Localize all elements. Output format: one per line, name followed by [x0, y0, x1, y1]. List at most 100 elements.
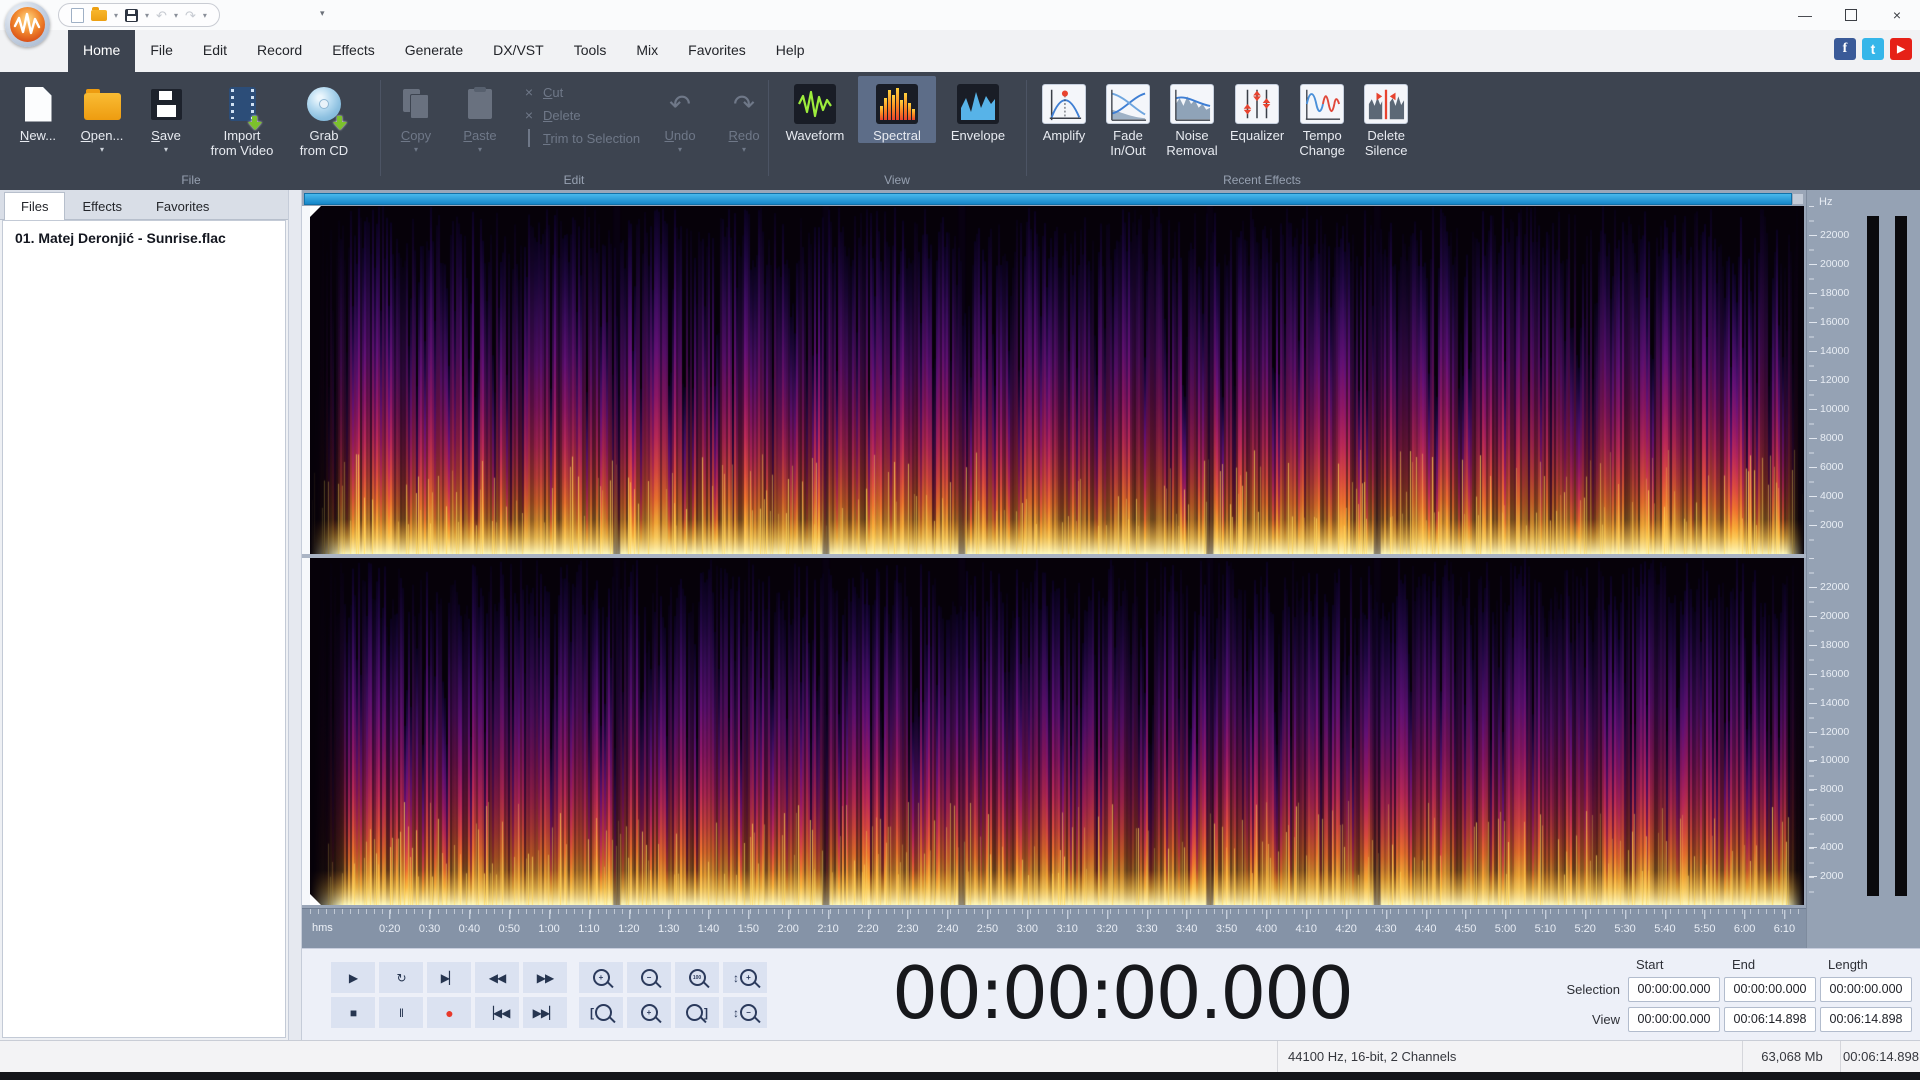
fast-forward-button[interactable]: ▶▶ — [522, 961, 568, 994]
spectral-viewer[interactable]: hms 0:20 0:30 0:40 0:50 1:00 1:10 1:20 1:30 1:40… — [302, 190, 1806, 948]
equalizer-button[interactable]: Equalizer — [1224, 76, 1290, 143]
menu-tab-help[interactable]: Help — [761, 30, 820, 72]
cut-button[interactable]: × Cut — [522, 84, 640, 100]
menu-tab-effects[interactable]: Effects — [317, 30, 390, 72]
redo-button[interactable]: ↷ Redo ▾ — [712, 76, 776, 154]
customize-toolbar-icon[interactable]: ▾ — [320, 8, 325, 19]
play-button[interactable]: ▶ — [330, 961, 376, 994]
loop-button[interactable]: ↻ — [378, 961, 424, 994]
magnifier-icon — [595, 1004, 612, 1021]
delete-silence-button[interactable]: Delete Silence — [1354, 76, 1418, 158]
ribbon-group-file: New... Open... ▾ Save ▾ Import from Vide… — [6, 72, 376, 190]
zoom-vertical-in-button[interactable]: ↕ + — [722, 961, 768, 994]
chevron-down-icon[interactable]: ▾ — [174, 11, 178, 20]
menu-tab-home[interactable]: Home — [68, 30, 136, 72]
magnifier-icon: + — [740, 969, 757, 986]
panel-tab-effects[interactable]: Effects — [65, 192, 139, 220]
quick-new-icon[interactable] — [71, 7, 84, 23]
view-start-field[interactable]: 00:00:00.000 — [1628, 1007, 1720, 1032]
close-button[interactable]: × — [1874, 0, 1920, 30]
frequency-tick-label: 8000 — [1808, 432, 1844, 444]
copy-button[interactable]: Copy ▾ — [384, 76, 448, 154]
facebook-icon[interactable]: f — [1834, 38, 1856, 60]
selection-header-end: End — [1732, 957, 1756, 972]
selection-start-field[interactable]: 00:00:00.000 — [1628, 977, 1720, 1002]
zoom-100-button[interactable]: 100 — [674, 961, 720, 994]
app-logo[interactable] — [5, 2, 50, 47]
panel-tab-files[interactable]: Files — [4, 192, 66, 220]
pause-button[interactable]: ‖ — [378, 996, 424, 1029]
overview-scrollbar-cap[interactable] — [1792, 193, 1804, 205]
go-to-end-button[interactable]: ▶▶▏ — [522, 996, 568, 1029]
delete-button[interactable]: × Delete — [522, 107, 640, 123]
loop-icon: ↻ — [396, 970, 406, 985]
paste-button[interactable]: Paste ▾ — [448, 76, 512, 154]
panel-splitter[interactable] — [288, 190, 302, 1040]
pause-icon: ‖ — [399, 1005, 404, 1020]
noise-removal-button[interactable]: Noise Removal — [1160, 76, 1224, 158]
quick-open-folder-icon[interactable] — [91, 6, 107, 21]
play-to-end-button[interactable]: ▶▏ — [426, 961, 472, 994]
zoom-vertical-out-button[interactable]: ↕ − — [722, 996, 768, 1029]
youtube-icon[interactable]: ▶ — [1890, 38, 1912, 60]
file-list-item[interactable]: 01. Matej Deronjić - Sunrise.flac — [3, 221, 285, 255]
go-to-start-button[interactable]: ▕◀◀ — [474, 996, 520, 1029]
trim-to-selection-button[interactable]: Trim to Selection — [522, 129, 640, 147]
chevron-down-icon[interactable]: ▾ — [164, 145, 168, 154]
twitter-icon[interactable]: t — [1862, 38, 1884, 60]
save-button[interactable]: Save ▾ — [134, 76, 198, 154]
open-button[interactable]: Open... ▾ — [70, 76, 134, 154]
waveform-view-button[interactable]: Waveform — [772, 76, 858, 143]
quick-save-icon[interactable] — [125, 8, 139, 22]
rewind-button[interactable]: ◀◀ — [474, 961, 520, 994]
selection-length-field[interactable]: 00:00:00.000 — [1820, 977, 1912, 1002]
zoom-selection-start-button[interactable]: [ — [578, 996, 624, 1029]
panel-tab-favorites[interactable]: Favorites — [139, 192, 226, 220]
grab-from-cd-button[interactable]: Grab from CD — [286, 76, 362, 158]
zoom-in-button[interactable]: + — [578, 961, 624, 994]
record-button[interactable]: ● — [426, 996, 472, 1029]
selection-marker-bottom[interactable] — [310, 894, 321, 905]
view-end-field[interactable]: 00:06:14.898 — [1724, 1007, 1816, 1032]
undo-button[interactable]: ↶ Undo ▾ — [648, 76, 712, 154]
zoom-selection-end-button[interactable]: ] — [674, 996, 720, 1029]
minimize-button[interactable]: — — [1782, 0, 1828, 30]
quick-redo-icon[interactable]: ↷ — [185, 9, 196, 22]
menu-tab-favorites[interactable]: Favorites — [673, 30, 761, 72]
tempo-change-button[interactable]: Tempo Change — [1290, 76, 1354, 158]
menu-tab-edit[interactable]: Edit — [188, 30, 242, 72]
zoom-selection-button[interactable]: + — [626, 996, 672, 1029]
fade-in-out-button[interactable]: Fade In/Out — [1096, 76, 1160, 158]
amplify-button[interactable]: Amplify — [1032, 76, 1096, 143]
menu-tab-tools[interactable]: Tools — [559, 30, 622, 72]
spectral-icon — [876, 84, 918, 124]
magnifier-icon — [686, 1004, 703, 1021]
quick-undo-icon[interactable]: ↶ — [156, 9, 167, 22]
spectrogram-left-channel[interactable] — [310, 206, 1804, 554]
menu-tab-generate[interactable]: Generate — [390, 30, 478, 72]
envelope-view-button[interactable]: Envelope — [936, 76, 1020, 143]
chevron-down-icon[interactable]: ▾ — [203, 11, 207, 20]
ruler-tick-label: 4:20 — [1335, 910, 1357, 935]
overview-scrollbar[interactable] — [304, 193, 1792, 205]
menu-tab-record[interactable]: Record — [242, 30, 317, 72]
spectral-view-button[interactable]: Spectral — [858, 76, 936, 143]
time-ruler[interactable]: hms 0:20 0:30 0:40 0:50 1:00 1:10 1:20 1:30 1:40… — [302, 908, 1806, 948]
status-bar: 44100 Hz, 16-bit, 2 Channels 63,068 Mb 0… — [0, 1040, 1920, 1072]
frequency-tick-label: 22000 — [1808, 580, 1850, 593]
stop-button[interactable]: ■ — [330, 996, 376, 1029]
spectrogram-right-channel[interactable] — [310, 558, 1804, 905]
menu-tab-file[interactable]: File — [135, 30, 188, 72]
view-length-field[interactable]: 00:06:14.898 — [1820, 1007, 1912, 1032]
selection-marker-top[interactable] — [310, 206, 321, 217]
chevron-down-icon[interactable]: ▾ — [145, 11, 149, 20]
maximize-button[interactable] — [1828, 0, 1874, 30]
menu-tab-dx-vst[interactable]: DX/VST — [478, 30, 559, 72]
chevron-down-icon[interactable]: ▾ — [114, 11, 118, 20]
new-button[interactable]: New... — [6, 76, 70, 143]
chevron-down-icon[interactable]: ▾ — [100, 145, 104, 154]
import-from-video-button[interactable]: Import from Video — [198, 76, 286, 158]
selection-end-field[interactable]: 00:00:00.000 — [1724, 977, 1816, 1002]
menu-tab-mix[interactable]: Mix — [621, 30, 673, 72]
zoom-out-button[interactable]: − — [626, 961, 672, 994]
